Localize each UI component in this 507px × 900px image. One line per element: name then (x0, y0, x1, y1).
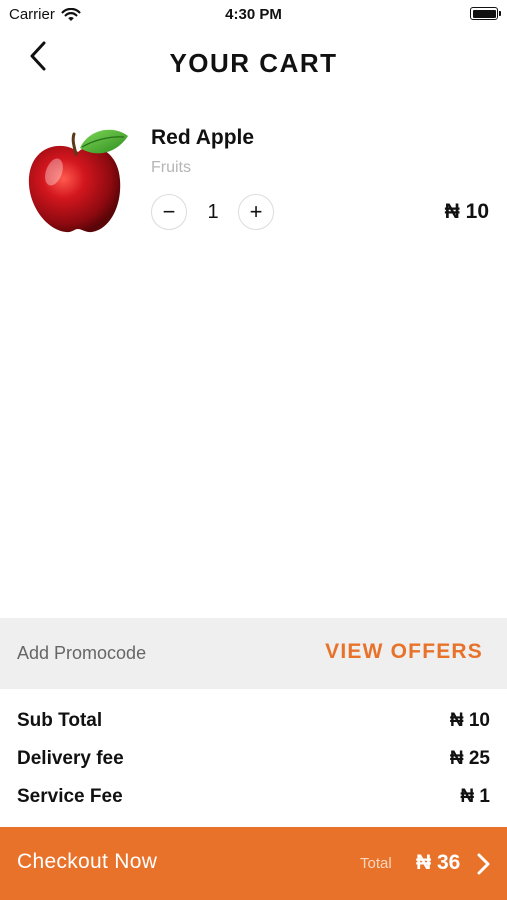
total-value: ₦ 36 (416, 851, 461, 874)
chevron-right-icon (477, 853, 490, 875)
promocode-label[interactable]: Add Promocode (17, 643, 146, 664)
subtotal-value: ₦ 10 (449, 710, 490, 731)
service-fee-label: Service Fee (17, 786, 123, 807)
plus-icon: + (249, 199, 263, 224)
subtotal-row: Sub Total ₦ 10 (17, 706, 490, 736)
page-title: YOUR CART (169, 48, 338, 78)
item-name: Red Apple (151, 126, 255, 149)
red-apple-image (28, 129, 128, 233)
status-time: 4:30 PM (225, 6, 282, 23)
view-offers-button[interactable]: VIEW OFFERS (325, 640, 483, 664)
decrement-button[interactable]: − (151, 194, 187, 230)
item-price: ₦ 10 (444, 200, 489, 223)
battery-icon (470, 7, 501, 20)
minus-icon: − (162, 199, 176, 224)
service-fee-row: Service Fee ₦ 1 (17, 782, 490, 812)
status-bar: Carrier 4:30 PM (0, 0, 507, 28)
checkout-label: Checkout Now (17, 850, 158, 873)
increment-button[interactable]: + (238, 194, 274, 230)
subtotal-label: Sub Total (17, 710, 103, 731)
promo-bar: Add Promocode VIEW OFFERS (0, 618, 507, 689)
quantity-value: 1 (207, 201, 219, 223)
delivery-fee-row: Delivery fee ₦ 25 (17, 744, 490, 774)
delivery-fee-value: ₦ 25 (449, 748, 490, 769)
delivery-fee-label: Delivery fee (17, 748, 124, 769)
service-fee-value: ₦ 1 (460, 786, 490, 807)
total-label: Total (360, 855, 392, 872)
cart-item: Red Apple Fruits − 1 + ₦ 10 (0, 118, 507, 238)
item-category: Fruits (151, 159, 191, 176)
checkout-button[interactable]: Checkout Now Total ₦ 36 (0, 827, 507, 900)
